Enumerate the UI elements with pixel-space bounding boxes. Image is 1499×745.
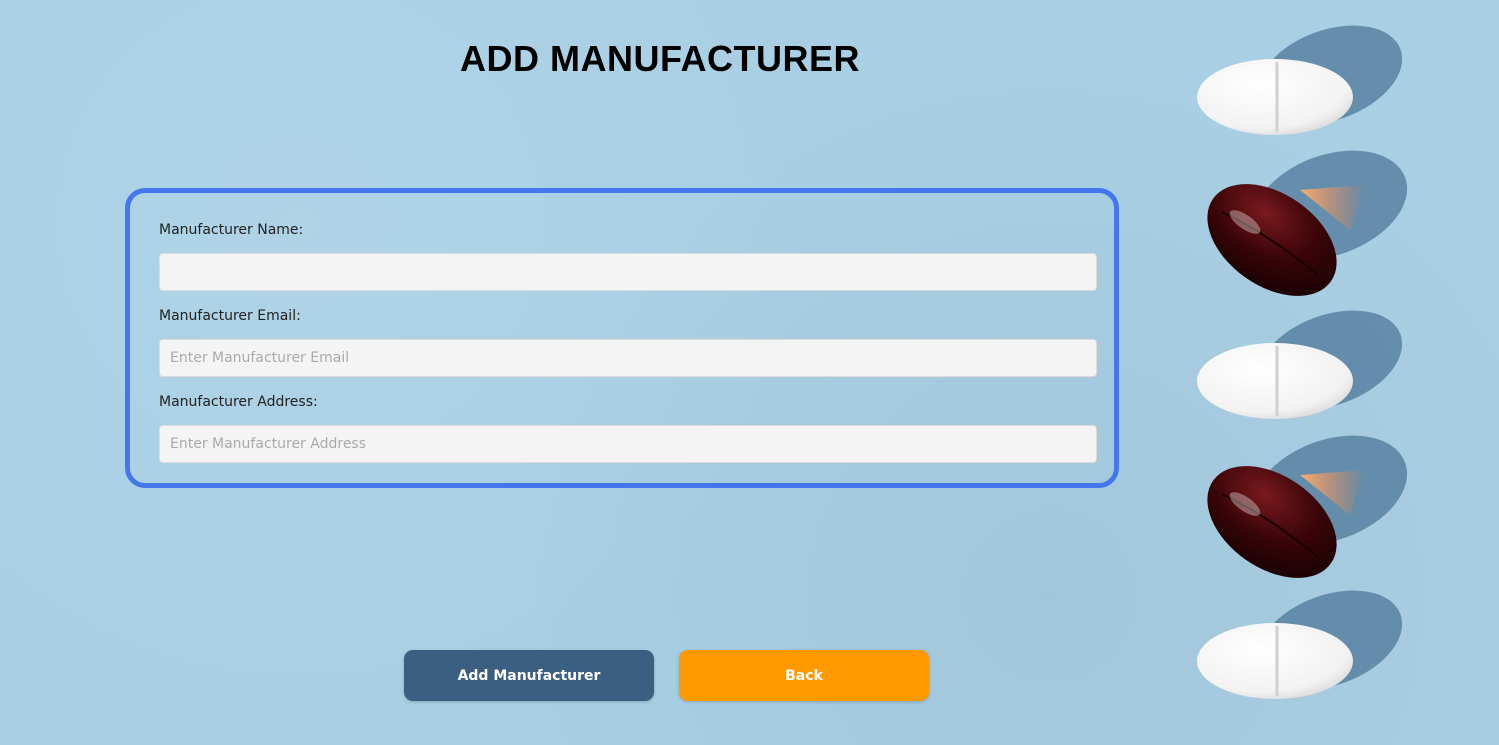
manufacturer-name-label: Manufacturer Name: — [159, 222, 304, 238]
add-manufacturer-button[interactable]: Add Manufacturer — [404, 650, 654, 701]
back-button[interactable]: Back — [679, 650, 929, 701]
white-tablet-3 — [1197, 590, 1403, 699]
white-tablet-2 — [1197, 310, 1403, 419]
white-tablet-1 — [1197, 25, 1403, 135]
page-title: ADD MANUFACTURER — [460, 38, 860, 79]
manufacturer-form: Manufacturer Name: Manufacturer Email: M… — [125, 188, 1119, 488]
manufacturer-email-label: Manufacturer Email: — [159, 308, 301, 324]
manufacturer-name-input[interactable] — [159, 253, 1097, 291]
manufacturer-address-label: Manufacturer Address: — [159, 394, 318, 410]
manufacturer-address-input[interactable] — [159, 425, 1097, 463]
red-capsule-2 — [1207, 435, 1408, 578]
pills-decoration-image — [1197, 25, 1408, 699]
manufacturer-email-input[interactable] — [159, 339, 1097, 377]
red-capsule-1 — [1207, 150, 1408, 296]
